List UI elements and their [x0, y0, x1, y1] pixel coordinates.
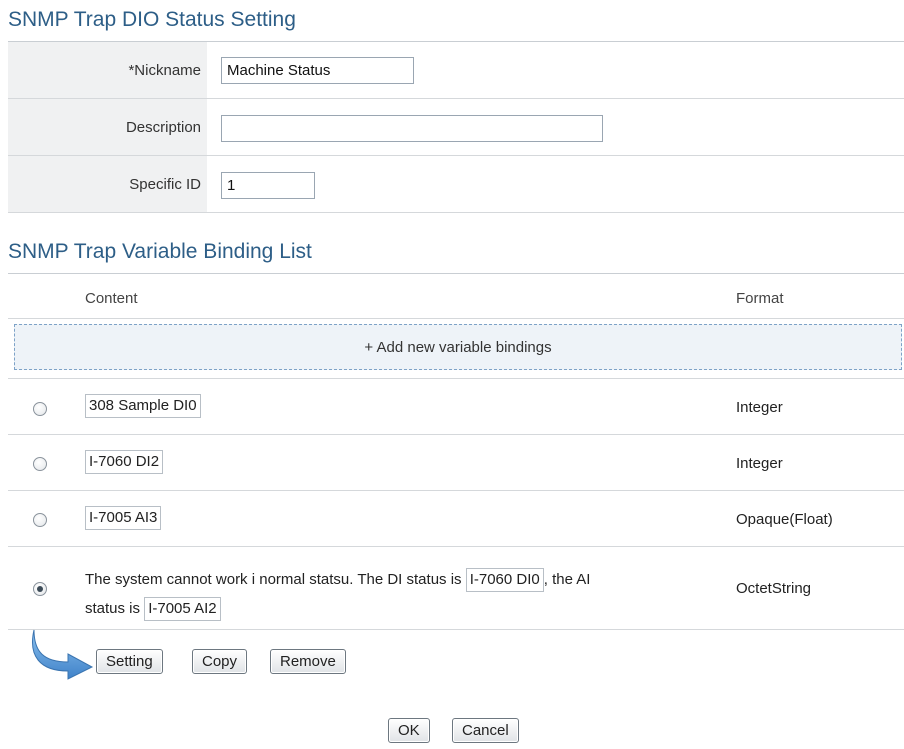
cancel-button[interactable]: Cancel	[452, 718, 519, 743]
add-variable-binding-button[interactable]: + Add new variable bindings	[14, 324, 902, 370]
row-select-radio[interactable]	[33, 513, 47, 527]
row-select-radio[interactable]	[33, 402, 47, 416]
curved-arrow-icon	[32, 629, 94, 680]
row-select-radio-selected[interactable]	[33, 582, 47, 596]
table-row-format: OctetString	[736, 580, 812, 597]
form-row-specific-id: Specific ID	[8, 156, 904, 213]
section-title-binding-list: SNMP Trap Variable Binding List	[8, 240, 312, 263]
table-row-format: Opaque(Float)	[736, 511, 833, 528]
table-row-format: Integer	[736, 399, 783, 416]
variable-tag[interactable]: I-7060 DI2	[85, 450, 164, 474]
setting-button[interactable]: Setting	[96, 649, 163, 674]
nickname-label: *Nickname	[8, 42, 207, 99]
ok-button[interactable]: OK	[388, 718, 430, 743]
section-divider	[8, 273, 904, 274]
row-select-radio[interactable]	[33, 457, 47, 471]
remove-button[interactable]: Remove	[270, 649, 346, 674]
form-row-nickname: *Nickname	[8, 42, 904, 99]
variable-tag[interactable]: I-7060 DI0	[465, 568, 544, 592]
table-row-content: 308 Sample DI0	[85, 394, 201, 418]
nickname-input[interactable]	[221, 57, 414, 84]
description-label: Description	[8, 99, 207, 156]
column-header-format: Format	[736, 290, 784, 307]
form-row-description: Description	[8, 99, 904, 156]
table-row-content: I-7060 DI2	[85, 450, 164, 474]
column-header-content: Content	[85, 290, 138, 307]
variable-tag[interactable]: 308 Sample DI0	[85, 394, 201, 418]
description-input[interactable]	[221, 115, 603, 142]
variable-tag[interactable]: I-7005 AI2	[144, 597, 221, 621]
table-row-content: I-7005 AI3	[85, 506, 162, 530]
copy-button[interactable]: Copy	[192, 649, 248, 674]
specific-id-label: Specific ID	[8, 156, 207, 213]
table-row-format: Integer	[736, 455, 783, 472]
section-title-trap-setting: SNMP Trap DIO Status Setting	[8, 8, 296, 31]
table-row-content: The system cannot work i normal statsu. …	[85, 565, 715, 623]
message-text: status is	[85, 600, 141, 617]
message-text: , the AI	[543, 571, 591, 588]
message-text: The system cannot work i normal statsu. …	[85, 571, 462, 588]
specific-id-input[interactable]	[221, 172, 315, 199]
variable-tag[interactable]: I-7005 AI3	[85, 506, 162, 530]
